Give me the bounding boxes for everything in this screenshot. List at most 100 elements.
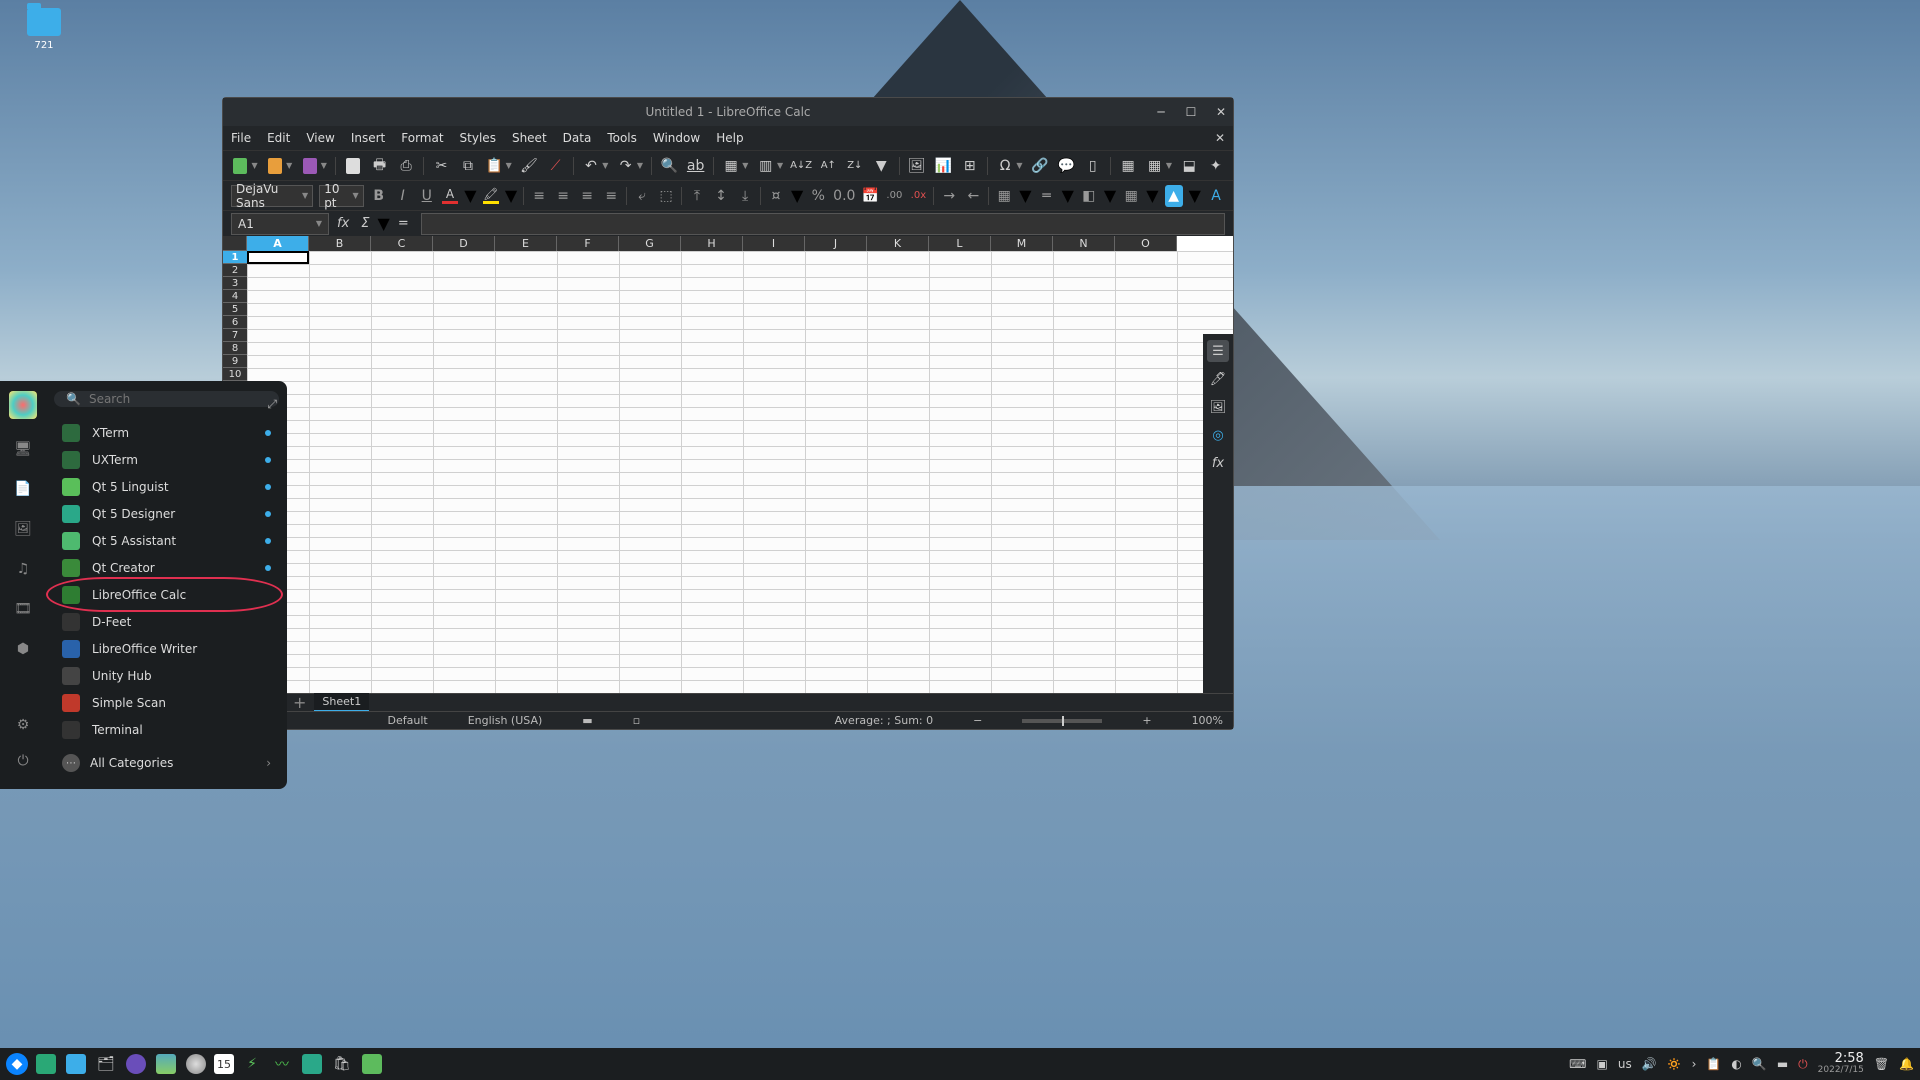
find-icon[interactable]: 🔍 [660,156,678,176]
merge-cells-button[interactable]: ⬚ [657,185,675,207]
clear-formatting-icon[interactable]: ⟋ [546,156,564,176]
taskbar-desktop-icon[interactable] [34,1052,58,1076]
close-document-button[interactable]: ✕ [1215,131,1225,145]
tray-brightness-icon[interactable]: 🔅 [1667,1057,1682,1071]
decrease-indent-button[interactable]: ← [964,185,982,207]
zoom-out-button[interactable]: − [973,714,982,727]
sidebar-styles-icon[interactable]: 🖊 [1207,368,1229,390]
font-size-combo[interactable]: 10 pt▼ [319,185,363,207]
new-doc-icon[interactable] [231,156,249,176]
open-icon[interactable] [266,156,284,176]
align-center-button[interactable]: ≡ [554,185,572,207]
row-header-3[interactable]: 3 [223,277,247,290]
cells-area[interactable] [247,251,1233,693]
zoom-in-button[interactable]: + [1142,714,1151,727]
menu-data[interactable]: Data [563,131,592,145]
formula-input[interactable] [421,213,1225,235]
tray-trash-icon[interactable]: 🗑 [1874,1057,1889,1071]
undo-icon[interactable]: ↶ [582,156,600,176]
col-header-a[interactable]: A [247,236,309,251]
row-header-2[interactable]: 2 [223,264,247,277]
copy-icon[interactable]: ⧉ [459,156,477,176]
maximize-button[interactable]: ☐ [1183,105,1199,119]
sort-asc-icon[interactable]: A↑ [819,156,837,176]
tray-expand-icon[interactable]: › [1692,1057,1697,1071]
minimize-button[interactable]: ─ [1153,105,1169,119]
border-style-button[interactable]: ═ [1038,185,1056,207]
clone-formatting-icon[interactable]: 🖌 [520,156,538,176]
taskbar-app1-icon[interactable]: ⚡ [240,1052,264,1076]
col-header-n[interactable]: N [1053,236,1115,251]
sidebar-properties-icon[interactable]: ☰ [1207,340,1229,362]
col-header-m[interactable]: M [991,236,1053,251]
app-item-qt-creator[interactable]: Qt Creator [54,554,279,581]
window-titlebar[interactable]: Untitled 1 - LibreOffice Calc ─ ☐ ✕ [223,98,1233,126]
accept-icon[interactable]: = [394,216,413,231]
launcher-music-icon[interactable]: ♫ [13,559,33,579]
sheet-tab-1[interactable]: Sheet1 [314,693,369,712]
cell-style-button[interactable]: ▦ [1122,185,1140,207]
tray-kb-layout[interactable]: us [1618,1057,1632,1071]
launcher-documents-icon[interactable]: 📄 [13,479,33,499]
launcher-network-icon[interactable]: ⬢ [13,639,33,659]
launcher-expand-icon[interactable]: ⤢ [267,397,277,412]
menu-format[interactable]: Format [401,131,443,145]
col-header-j[interactable]: J [805,236,867,251]
column-icon[interactable]: ▥ [756,156,774,176]
tray-volume-icon[interactable]: 🔊 [1642,1057,1657,1071]
currency-button[interactable]: ¤ [767,185,785,207]
function-wizard-icon[interactable]: fx [333,216,353,231]
remove-decimal-button[interactable]: .0x [909,185,927,207]
sort-icon[interactable]: A↓Z [791,156,811,176]
row-header-10[interactable]: 10 [223,368,247,381]
launcher-computer-icon[interactable]: 🖥 [13,439,33,459]
number-button[interactable]: 0.0 [833,185,855,207]
col-header-g[interactable]: G [619,236,681,251]
launcher-videos-icon[interactable]: 🎞 [13,599,33,619]
zoom-slider[interactable] [1022,719,1102,723]
status-language[interactable]: English (USA) [468,714,543,727]
date-button[interactable]: 📅 [861,185,879,207]
image-icon[interactable]: 🖼 [907,156,925,176]
spellcheck-icon[interactable]: ab [686,156,704,176]
launcher-power-icon[interactable]: ⏻ [13,751,33,771]
row-header-5[interactable]: 5 [223,303,247,316]
font-color-button[interactable]: A [442,187,458,204]
wrap-text-button[interactable]: ⤶ [633,185,651,207]
taskbar-calendar-icon[interactable]: 15 [214,1054,234,1074]
tray-messages-icon[interactable]: ▬ [1777,1057,1788,1071]
align-left-button[interactable]: ≡ [530,185,548,207]
status-cell-style[interactable]: Default [388,714,428,727]
tray-keyboard-icon[interactable]: ⌨ [1569,1057,1586,1071]
col-header-o[interactable]: O [1115,236,1177,251]
print-icon[interactable]: 🖶 [370,156,388,176]
increase-indent-button[interactable]: → [940,185,958,207]
menu-window[interactable]: Window [653,131,700,145]
row-header-8[interactable]: 8 [223,342,247,355]
col-header-c[interactable]: C [371,236,433,251]
tray-clipboard-icon[interactable]: 📋 [1706,1057,1721,1071]
menu-file[interactable]: File [231,131,251,145]
col-header-e[interactable]: E [495,236,557,251]
sort-desc-icon[interactable]: Z↓ [846,156,864,176]
align-right-button[interactable]: ≡ [578,185,596,207]
italic-button[interactable]: I [394,185,412,207]
define-print-area-icon[interactable]: ▦ [1119,156,1137,176]
taskbar-photos-icon[interactable] [154,1052,178,1076]
underline-button[interactable]: U [418,185,436,207]
header-footer-icon[interactable]: ▯ [1083,156,1101,176]
row-header-7[interactable]: 7 [223,329,247,342]
save-icon[interactable] [300,156,318,176]
freeze-icon[interactable]: ▦ [1145,156,1163,176]
row-header-6[interactable]: 6 [223,316,247,329]
launcher-settings-icon[interactable]: ⚙ [13,715,33,735]
taskbar-disc-icon[interactable] [184,1052,208,1076]
menu-help[interactable]: Help [716,131,743,145]
comment-icon[interactable]: 💬 [1057,156,1075,176]
menu-tools[interactable]: Tools [607,131,637,145]
pivot-icon[interactable]: ⊞ [960,156,978,176]
desktop-folder-721[interactable]: 721 [20,8,68,51]
tray-notifications-icon[interactable]: 🔔 [1899,1057,1914,1071]
chart-icon[interactable]: 📊 [934,156,952,176]
tray-search-icon[interactable]: 🔍 [1752,1057,1767,1071]
